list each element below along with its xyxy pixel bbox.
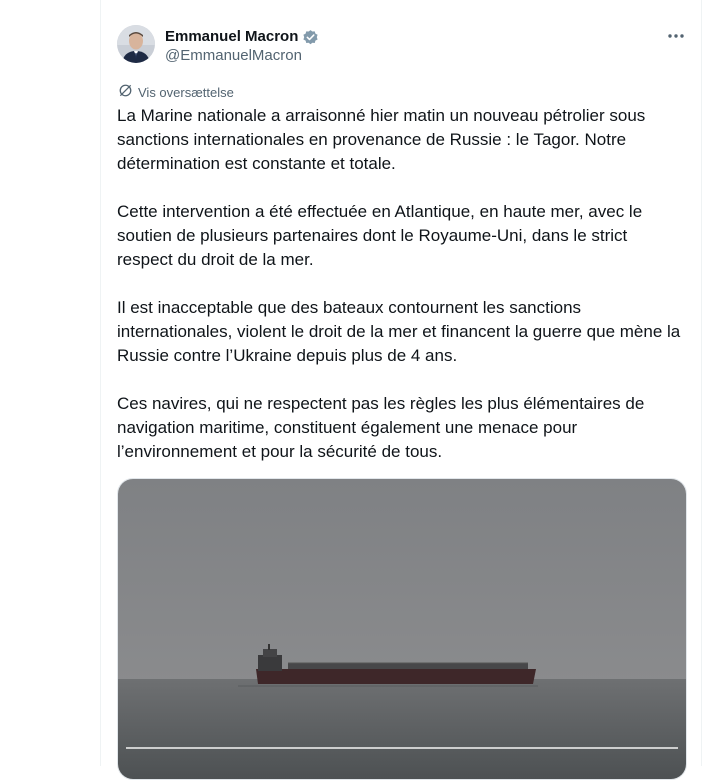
post-text: La Marine nationale a arraisonné hier ma… [117, 104, 687, 488]
more-options-button[interactable] [663, 22, 689, 48]
author-name[interactable]: Emmanuel Macron [165, 28, 319, 46]
author-name-label: Emmanuel Macron [165, 28, 299, 45]
post-paragraph: Ces navires, qui ne respectent pas les r… [117, 394, 645, 461]
post-paragraph: Il est inacceptable que des bateaux cont… [117, 298, 681, 365]
video-frame [118, 479, 686, 779]
post-paragraph: La Marine nationale a arraisonné hier ma… [117, 106, 646, 173]
post-paragraph: Cette intervention a été effectuée en At… [117, 202, 643, 269]
post-video[interactable] [117, 478, 687, 780]
video-progress-bar[interactable] [126, 747, 678, 749]
globe-icon [118, 83, 133, 101]
avatar[interactable] [117, 25, 155, 63]
more-options-icon [667, 26, 685, 44]
translate-label: Vis oversættelse [138, 84, 234, 100]
translate-link[interactable]: Vis oversættelse [118, 83, 234, 101]
author-handle[interactable]: @EmmanuelMacron [165, 47, 302, 65]
verified-badge-icon [302, 29, 319, 46]
